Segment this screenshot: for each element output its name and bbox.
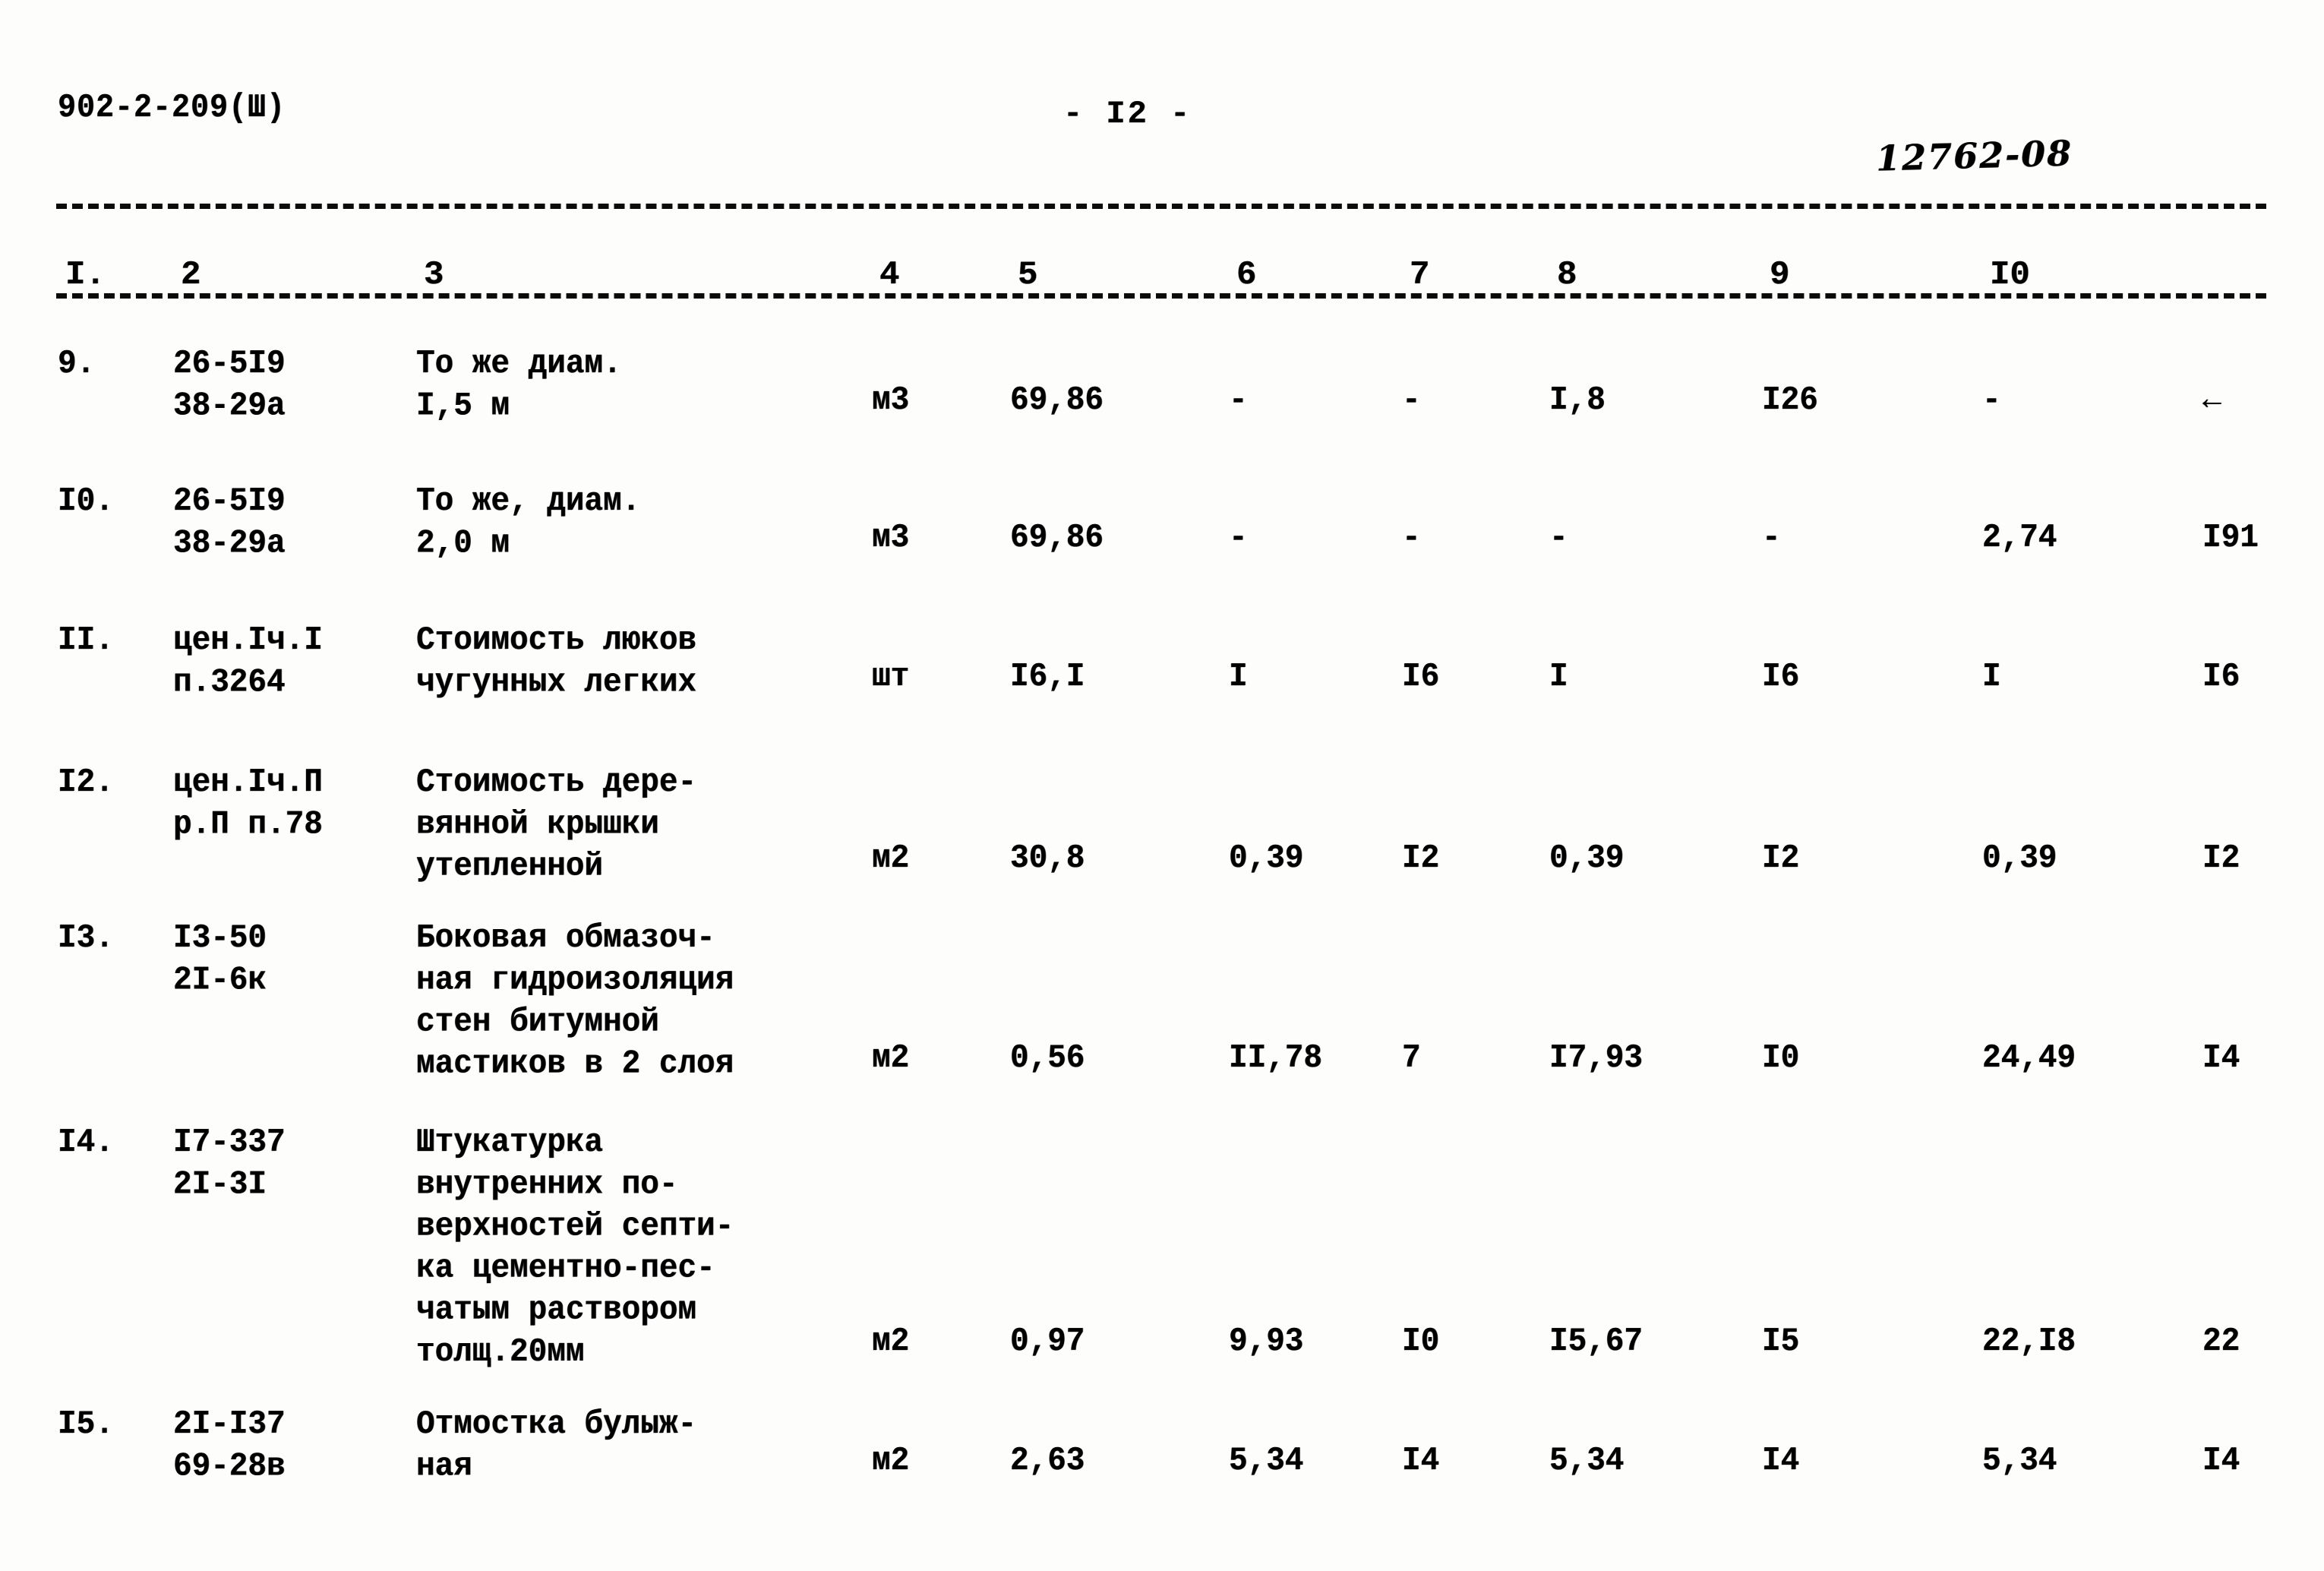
row-value-col-8: - <box>1549 520 1568 557</box>
row-value-col-6: - <box>1229 520 1248 557</box>
table-body: 9. 26-5I9 38-29а То же диам. I,5 м м3 69,86 -… <box>0 343 2324 1485</box>
row-value-col-8: I7,93 <box>1549 1040 1644 1077</box>
row-norm-code: I3-50 2I-6к <box>173 920 267 1000</box>
row-description: Штукатурка внутренних по- верхностей сеп… <box>416 1124 734 1371</box>
handwritten-archive-stamp: 12762-08 <box>1875 132 2073 179</box>
table-header-rule <box>56 293 2266 299</box>
row-norm-code: 2I-I37 69-28в <box>173 1406 286 1486</box>
row-value-col-9: I6 <box>1762 659 1800 696</box>
row-unit: м2 <box>872 840 910 877</box>
row-value-col-10: I <box>1982 659 2001 696</box>
row-description: Боковая обмазоч- ная гидроизоляция стен … <box>416 920 734 1083</box>
row-value-col-11: I2 <box>2202 840 2240 877</box>
page-number: - I2 - <box>1063 96 1192 132</box>
row-value-col-7: I6 <box>1402 659 1440 696</box>
row-value-col-6: 0,39 <box>1229 840 1304 877</box>
row-value-col-8: 5,34 <box>1549 1443 1625 1480</box>
row-norm-code: I7-337 2I-3I <box>173 1124 286 1204</box>
row-description: Отмостка булыж- ная <box>416 1406 697 1486</box>
column-header-4: 4 <box>872 258 978 292</box>
row-unit: м2 <box>872 1443 910 1480</box>
row-value-col-6: 9,93 <box>1229 1323 1304 1361</box>
row-description: Стоимость дере- вянной крышки утепленной <box>416 764 697 886</box>
row-unit: шт <box>872 659 910 696</box>
row-value-col-11: I4 <box>2202 1443 2240 1480</box>
row-value-col-9: - <box>1762 520 1781 557</box>
row-value-col-5: 0,97 <box>1010 1323 1085 1361</box>
column-header-7: 7 <box>1402 258 1531 292</box>
document-page: 902-2-209(Ш) - I2 - 12762-08 I. 2 3 4 5 … <box>0 0 2324 1571</box>
row-value-col-6: - <box>1229 382 1248 419</box>
row-unit: м3 <box>872 520 910 557</box>
row-unit: м3 <box>872 382 910 419</box>
column-header-2: 2 <box>173 258 439 292</box>
row-value-col-8: I,8 <box>1549 382 1606 419</box>
row-value-col-7: 7 <box>1402 1040 1421 1077</box>
row-value-col-9: I4 <box>1762 1443 1800 1480</box>
row-value-col-6: I <box>1229 659 1248 696</box>
row-value-col-7: - <box>1402 520 1421 557</box>
row-value-col-11: I4 <box>2202 1040 2240 1077</box>
row-value-col-11: ← <box>2202 382 2221 419</box>
row-value-col-10: 24,49 <box>1982 1040 2076 1077</box>
row-norm-code: цен.Iч.I п.3264 <box>173 622 323 702</box>
row-value-col-7: I2 <box>1402 840 1440 877</box>
row-value-col-11: 22 <box>2202 1323 2240 1361</box>
row-description: То же диам. I,5 м <box>416 346 622 425</box>
row-index: II. <box>58 622 114 659</box>
column-header-5: 5 <box>1010 258 1177 292</box>
row-value-col-9: I0 <box>1762 1040 1800 1077</box>
column-header-1: I. <box>58 258 164 292</box>
row-index: I0. <box>58 483 114 520</box>
document-code: 902-2-209(Ш) <box>58 90 286 128</box>
row-value-col-9: I26 <box>1762 382 1818 419</box>
row-value-col-7: - <box>1402 382 1421 419</box>
row-value-col-11: I6 <box>2202 659 2240 696</box>
row-value-col-5: 69,86 <box>1010 382 1104 419</box>
row-value-col-10: 22,I8 <box>1982 1323 2076 1361</box>
row-unit: м2 <box>872 1323 910 1361</box>
row-value-col-10: 0,39 <box>1982 840 2057 877</box>
row-value-col-11: I91 <box>2202 520 2259 557</box>
row-index: I4. <box>58 1124 114 1162</box>
row-value-col-5: I6,I <box>1010 659 1085 696</box>
row-norm-code: цен.Iч.П р.П п.78 <box>173 764 323 844</box>
row-value-col-6: II,78 <box>1229 1040 1323 1077</box>
row-index: I5. <box>58 1406 114 1443</box>
row-value-col-8: 0,39 <box>1549 840 1625 877</box>
row-value-col-7: I0 <box>1402 1323 1440 1361</box>
row-value-col-5: 0,56 <box>1010 1040 1085 1077</box>
row-value-col-5: 69,86 <box>1010 520 1104 557</box>
row-description: То же, диам. 2,0 м <box>416 483 641 563</box>
column-header-9: 9 <box>1762 258 1906 292</box>
row-value-col-8: I <box>1549 659 1568 696</box>
column-header-8: 8 <box>1549 258 1716 292</box>
table-row: I5. 2I-I37 69-28в Отмостка булыж- ная м2 2,6… <box>0 348 2324 1485</box>
row-index: I2. <box>58 764 114 801</box>
row-value-col-5: 2,63 <box>1010 1443 1085 1480</box>
row-value-col-10: - <box>1982 382 2001 419</box>
row-index: I3. <box>58 920 114 957</box>
row-value-col-8: I5,67 <box>1549 1323 1644 1361</box>
row-value-col-9: I2 <box>1762 840 1800 877</box>
table-column-header-row: I. 2 3 4 5 6 7 8 9 I0 <box>0 258 2324 311</box>
row-value-col-6: 5,34 <box>1229 1443 1304 1480</box>
row-value-col-10: 2,74 <box>1982 520 2057 557</box>
row-norm-code: 26-5I9 38-29а <box>173 346 286 425</box>
table-top-rule <box>56 204 2266 209</box>
row-value-col-5: 30,8 <box>1010 840 1085 877</box>
column-header-10: I0 <box>1982 258 2157 292</box>
row-value-col-10: 5,34 <box>1982 1443 2057 1480</box>
row-unit: м2 <box>872 1040 910 1077</box>
column-header-3: 3 <box>416 258 902 292</box>
column-header-6: 6 <box>1229 258 1388 292</box>
row-index: 9. <box>58 346 96 383</box>
row-value-col-7: I4 <box>1402 1443 1440 1480</box>
row-norm-code: 26-5I9 38-29а <box>173 483 286 563</box>
row-value-col-9: I5 <box>1762 1323 1800 1361</box>
row-description: Стоимость люков чугунных легких <box>416 622 697 702</box>
